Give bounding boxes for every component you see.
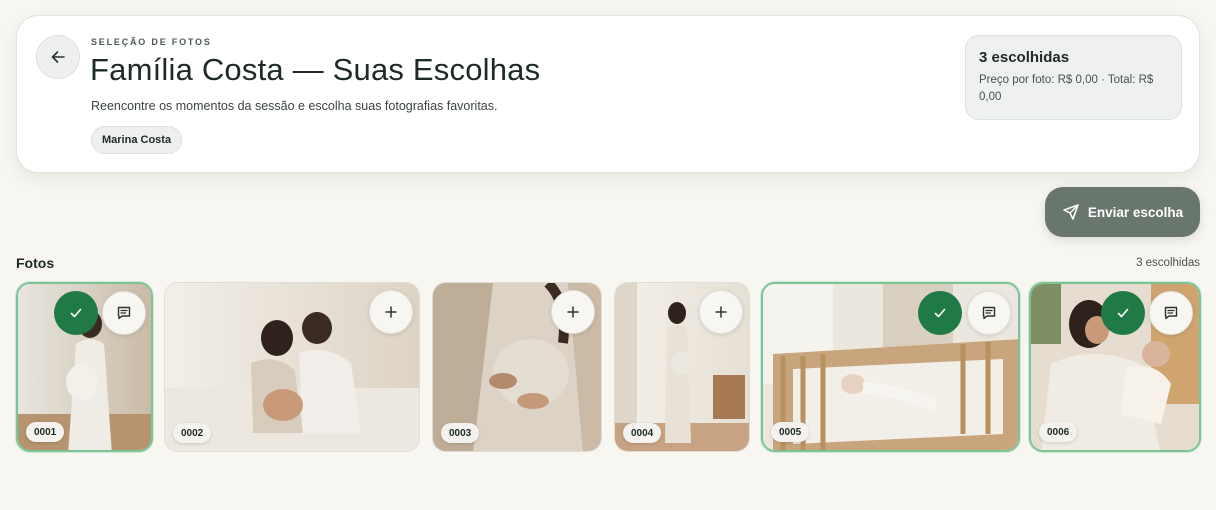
comment-button[interactable] (967, 291, 1011, 335)
photo-number: 0002 (173, 423, 212, 443)
photo-number: 0003 (441, 423, 480, 443)
photo-card-0002[interactable]: 0002 (164, 282, 420, 452)
send-icon (1063, 204, 1079, 220)
add-button[interactable] (699, 290, 743, 334)
add-button[interactable] (369, 290, 413, 334)
comment-icon (982, 306, 996, 320)
photo-number: 0006 (1039, 422, 1078, 442)
comment-icon (117, 306, 131, 320)
comment-icon (1164, 306, 1178, 320)
plus-icon (567, 306, 579, 318)
header-card: SELEÇÃO DE FOTOS Família Costa — Suas Es… (16, 15, 1200, 173)
plus-icon (715, 306, 727, 318)
add-button[interactable] (551, 290, 595, 334)
section-title: Fotos (16, 255, 55, 271)
check-icon (70, 308, 82, 318)
back-button[interactable] (36, 35, 80, 79)
selected-check-button[interactable] (54, 291, 98, 335)
photo-number: 0005 (771, 422, 810, 442)
check-icon (934, 308, 946, 318)
photo-card-0005[interactable]: 0005 (761, 282, 1020, 452)
photo-card-0001[interactable]: 0001 (16, 282, 153, 452)
eyebrow-label: SELEÇÃO DE FOTOS (91, 37, 212, 47)
check-icon (1117, 308, 1129, 318)
comment-button[interactable] (102, 291, 146, 335)
photo-card-0006[interactable]: 0006 (1029, 282, 1201, 452)
photo-card-0003[interactable]: 0003 (432, 282, 602, 452)
photo-number: 0004 (623, 423, 662, 443)
selected-check-button[interactable] (1101, 291, 1145, 335)
selected-check-button[interactable] (918, 291, 962, 335)
comment-button[interactable] (1149, 291, 1193, 335)
page-subtitle: Reencontre os momentos da sessão e escol… (91, 99, 498, 113)
selection-summary: 3 escolhidas Preço por foto: R$ 0,00 · T… (965, 35, 1182, 120)
summary-price: Preço por foto: R$ 0,00 · Total: R$ 0,00 (979, 74, 1154, 103)
section-selected-count: 3 escolhidas (1136, 257, 1200, 269)
send-selection-label: Enviar escolha (1087, 204, 1184, 220)
page-title: Família Costa — Suas Escolhas (90, 52, 541, 87)
plus-icon (385, 306, 397, 318)
client-name-chip: Marina Costa (91, 126, 183, 154)
photo-card-0004[interactable]: 0004 (614, 282, 750, 452)
arrow-left-icon (51, 51, 65, 63)
send-selection-button[interactable]: Enviar escolha (1045, 187, 1200, 237)
summary-count: 3 escolhidas (979, 49, 1070, 66)
photo-number: 0001 (26, 422, 65, 442)
